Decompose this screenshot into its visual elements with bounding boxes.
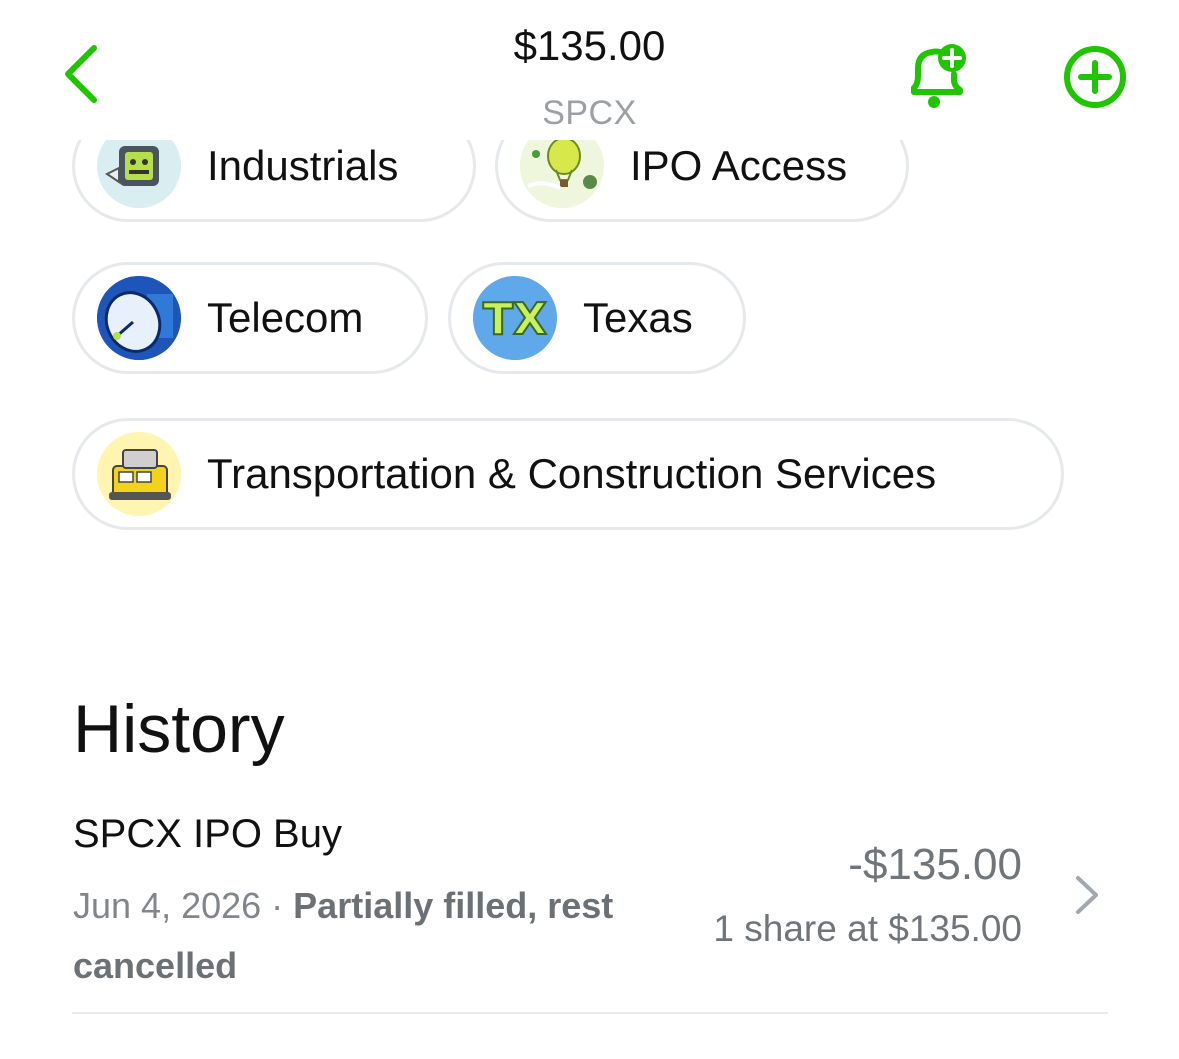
add-price-alert-button[interactable] [902, 40, 972, 112]
chip-label: Transportation & Construction Services [207, 450, 937, 497]
texas-tx-icon: TX [473, 276, 557, 360]
history-item-date: Jun 4, 2026 [73, 885, 262, 926]
history-item-meta: Jun 4, 2026 · Partially filled, rest can… [73, 876, 673, 996]
history-item-detail: 1 share at $135.00 [713, 908, 1022, 949]
chip-telecom[interactable]: Telecom [72, 262, 428, 374]
meta-separator: · [261, 885, 294, 926]
chevron-right-icon [1070, 872, 1102, 918]
page-title-price: $135.00 [513, 22, 666, 69]
add-button[interactable] [1062, 44, 1128, 110]
construction-vehicle-icon [97, 432, 181, 516]
plus-circle-icon [1064, 46, 1126, 108]
svg-text:TX: TX [483, 294, 547, 345]
chip-transportation-construction[interactable]: Transportation & Construction Services [72, 418, 1064, 530]
page-subtitle-ticker: SPCX [542, 94, 637, 132]
history-item-amount: -$135.00 [848, 840, 1022, 889]
satellite-dish-icon [97, 276, 181, 360]
bell-plus-icon [911, 44, 966, 108]
chip-label: Industrials [207, 142, 399, 189]
chip-label: IPO Access [630, 142, 848, 189]
chip-texas[interactable]: TX Texas [448, 262, 746, 374]
history-item-title: SPCX IPO Buy [73, 812, 342, 856]
divider [72, 1012, 1108, 1014]
history-heading: History [73, 691, 285, 767]
chip-label: Texas [583, 294, 693, 341]
chip-label: Telecom [207, 294, 364, 341]
